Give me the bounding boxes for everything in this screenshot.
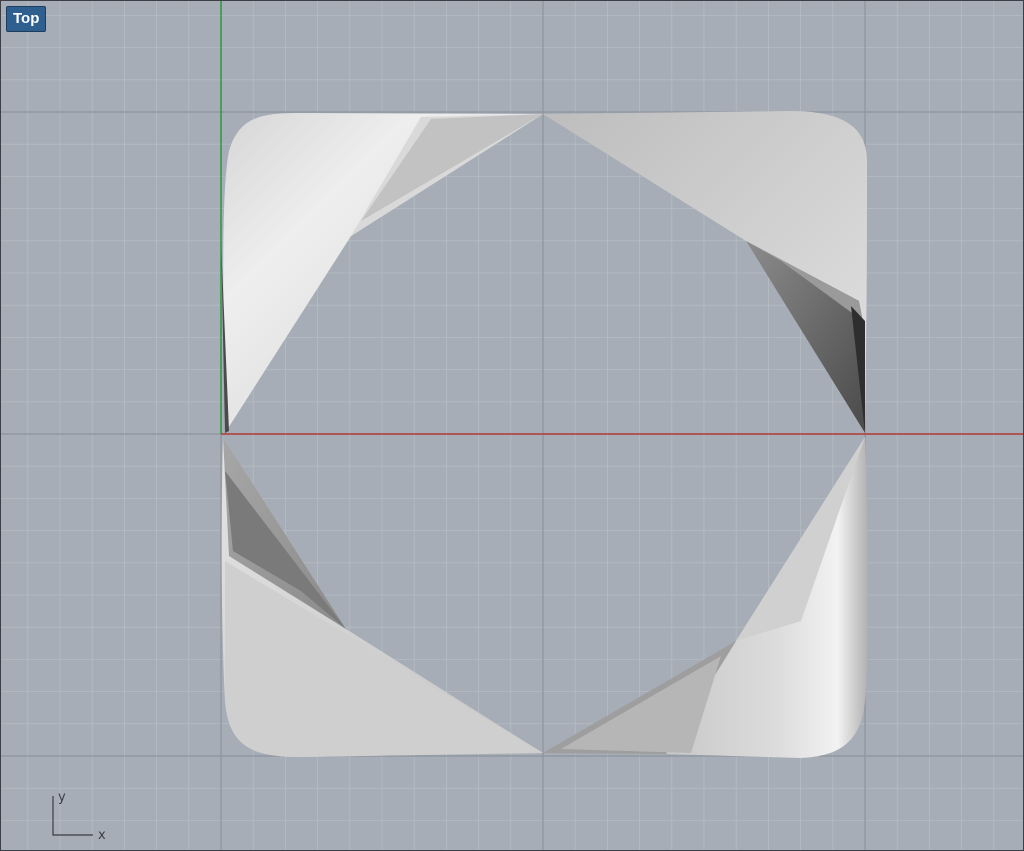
viewport-canvas[interactable]: y x	[1, 1, 1024, 851]
gizmo-y-label: y	[58, 790, 66, 805]
viewport-title-tab[interactable]: Top	[6, 6, 47, 32]
gizmo-x-label: x	[98, 828, 106, 843]
top-viewport[interactable]: y x Top	[0, 0, 1024, 851]
